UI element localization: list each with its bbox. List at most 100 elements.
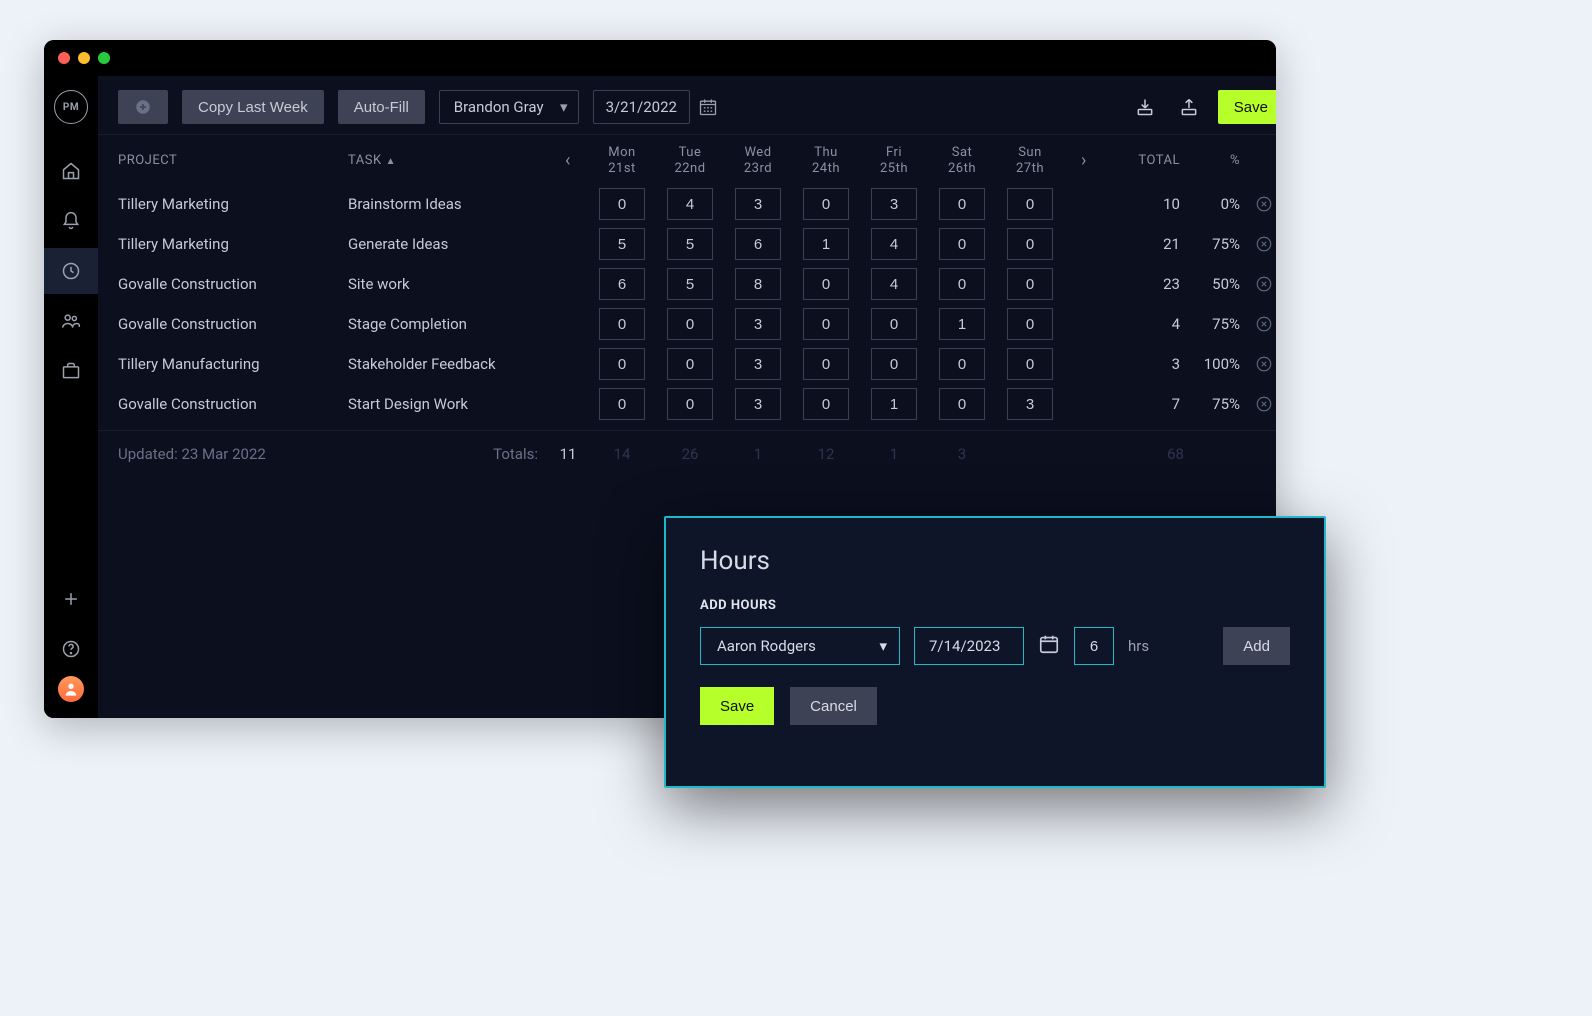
prev-week-button[interactable]: ‹: [548, 150, 588, 171]
minimize-window-icon[interactable]: [78, 52, 90, 64]
download-icon: [1135, 97, 1155, 117]
cell-project: Tillery Manufacturing: [118, 351, 348, 377]
close-window-icon[interactable]: [58, 52, 70, 64]
hour-input[interactable]: [667, 348, 713, 380]
hour-input[interactable]: [871, 348, 917, 380]
nav-notifications[interactable]: [44, 198, 98, 244]
cell-total: 21: [1104, 235, 1184, 253]
dialog-hours-input[interactable]: [1074, 627, 1114, 665]
nav-people[interactable]: [44, 298, 98, 344]
hour-input[interactable]: [1007, 228, 1053, 260]
hour-input[interactable]: [803, 308, 849, 340]
nav-projects[interactable]: [44, 348, 98, 394]
hour-input[interactable]: [667, 268, 713, 300]
col-day-wed: Wed23rd: [724, 145, 792, 176]
close-circle-icon: [1255, 275, 1273, 293]
hour-input[interactable]: [803, 228, 849, 260]
hour-input[interactable]: [939, 228, 985, 260]
delete-row-button[interactable]: [1244, 275, 1276, 293]
hour-input[interactable]: [871, 308, 917, 340]
close-circle-icon: [1255, 395, 1273, 413]
dialog-save-button[interactable]: Save: [700, 687, 774, 725]
col-task[interactable]: TASK▲: [348, 153, 548, 168]
next-week-button[interactable]: ›: [1064, 150, 1104, 171]
dialog-cancel-button[interactable]: Cancel: [790, 687, 877, 725]
hour-input[interactable]: [1007, 348, 1053, 380]
hour-input[interactable]: [667, 308, 713, 340]
export-button[interactable]: [1174, 92, 1204, 122]
cell-total: 4: [1104, 315, 1184, 333]
sort-asc-icon: ▲: [386, 156, 396, 167]
delete-row-button[interactable]: [1244, 395, 1276, 413]
nav-add[interactable]: [44, 576, 98, 622]
hour-input[interactable]: [871, 268, 917, 300]
delete-row-button[interactable]: [1244, 195, 1276, 213]
hour-input[interactable]: [803, 348, 849, 380]
totals-wed: 26: [656, 445, 724, 463]
hour-input[interactable]: [735, 188, 781, 220]
calendar-button[interactable]: [694, 90, 722, 124]
cell-task: Generate Ideas: [348, 231, 548, 257]
delete-row-button[interactable]: [1244, 235, 1276, 253]
hour-input[interactable]: [599, 348, 645, 380]
hour-input[interactable]: [1007, 188, 1053, 220]
hour-input[interactable]: [1007, 388, 1053, 420]
hour-input[interactable]: [803, 268, 849, 300]
timesheet-row: Tillery MarketingBrainstorm Ideas100%: [98, 184, 1276, 224]
dialog-add-button[interactable]: Add: [1223, 627, 1290, 665]
hour-input[interactable]: [939, 188, 985, 220]
save-button[interactable]: Save: [1218, 90, 1276, 124]
timesheet-row: Tillery ManufacturingStakeholder Feedbac…: [98, 344, 1276, 384]
hour-input[interactable]: [599, 268, 645, 300]
hour-input[interactable]: [599, 308, 645, 340]
totals-thu: 1: [724, 445, 792, 463]
delete-row-button[interactable]: [1244, 355, 1276, 373]
close-circle-icon: [1255, 315, 1273, 333]
hour-input[interactable]: [667, 388, 713, 420]
week-date-input[interactable]: 3/21/2022: [593, 90, 690, 124]
cell-project: Govalle Construction: [118, 311, 348, 337]
hour-input[interactable]: [735, 388, 781, 420]
nav-help[interactable]: [44, 626, 98, 672]
hour-input[interactable]: [735, 308, 781, 340]
hour-input[interactable]: [1007, 308, 1053, 340]
hour-input[interactable]: [871, 228, 917, 260]
hour-input[interactable]: [803, 188, 849, 220]
user-avatar[interactable]: [58, 676, 84, 702]
autofill-button[interactable]: Auto-Fill: [338, 90, 425, 124]
col-day-thu: Thu24th: [792, 145, 860, 176]
hour-input[interactable]: [939, 388, 985, 420]
cell-total: 10: [1104, 195, 1184, 213]
totals-fri: 12: [792, 445, 860, 463]
copy-last-week-button[interactable]: Copy Last Week: [182, 90, 324, 124]
hour-input[interactable]: [735, 228, 781, 260]
hour-input[interactable]: [735, 348, 781, 380]
hour-input[interactable]: [1007, 268, 1053, 300]
user-select[interactable]: Brandon Gray ▾: [439, 90, 579, 124]
dialog-user-select[interactable]: Aaron Rodgers ▾: [700, 627, 900, 665]
hour-input[interactable]: [803, 388, 849, 420]
col-day-mon: Mon21st: [588, 145, 656, 176]
dialog-calendar-button[interactable]: [1038, 633, 1060, 659]
hour-input[interactable]: [599, 188, 645, 220]
maximize-window-icon[interactable]: [98, 52, 110, 64]
hour-input[interactable]: [735, 268, 781, 300]
hour-input[interactable]: [939, 308, 985, 340]
nav-timesheet[interactable]: [44, 248, 98, 294]
hour-input[interactable]: [667, 188, 713, 220]
dialog-date-input[interactable]: 7/14/2023: [914, 627, 1024, 665]
hour-input[interactable]: [667, 228, 713, 260]
hour-input[interactable]: [871, 388, 917, 420]
nav-home[interactable]: [44, 148, 98, 194]
add-row-button[interactable]: [118, 90, 168, 124]
import-button[interactable]: [1130, 92, 1160, 122]
delete-row-button[interactable]: [1244, 315, 1276, 333]
hour-input[interactable]: [599, 228, 645, 260]
hour-input[interactable]: [939, 348, 985, 380]
hour-input[interactable]: [939, 268, 985, 300]
close-circle-icon: [1255, 355, 1273, 373]
hour-input[interactable]: [871, 188, 917, 220]
col-project: PROJECT: [118, 153, 348, 168]
hour-input[interactable]: [599, 388, 645, 420]
cell-percent: 75%: [1184, 235, 1244, 253]
